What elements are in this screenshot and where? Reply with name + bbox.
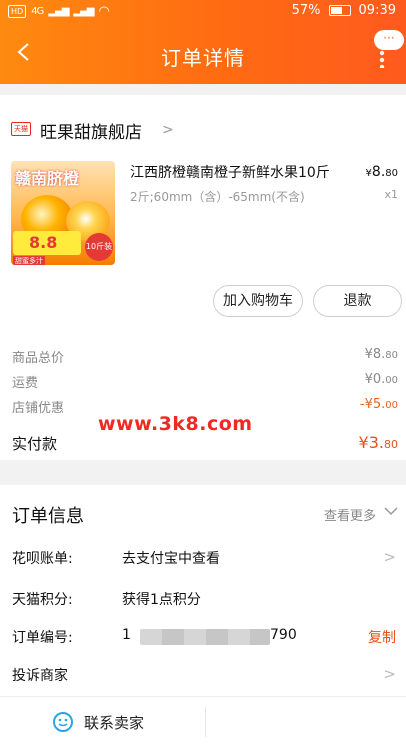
product-image-weight: 10斤装 — [85, 233, 113, 261]
product-spec: 2斤;60mm（含）-65mm(不含) — [130, 190, 305, 204]
huabei-row[interactable]: 花呗账单: 去支付宝中查看 > — [12, 548, 402, 572]
product-qty: x1 — [384, 188, 398, 201]
copy-button[interactable]: 复制 — [368, 627, 396, 647]
shop-discount-amount: -¥5.00 — [359, 397, 398, 412]
wifi-icon: ◠ — [98, 4, 110, 19]
watermark-text: www.3k8.com — [98, 413, 253, 435]
shipping-row: 运费 ¥0.00 — [12, 372, 398, 391]
shipping-amount: ¥0.00 — [364, 372, 398, 387]
goods-total-label: 商品总价 — [12, 351, 65, 366]
product-image-price: 8.8 — [13, 231, 81, 255]
huabei-value: 去支付宝中查看 — [122, 551, 220, 567]
signal-icon: ▂▄▆ — [48, 6, 69, 17]
order-number-prefix: 1 — [122, 627, 131, 643]
contact-seller-label: 联系卖家 — [84, 713, 145, 732]
contact-seller-button[interactable]: 联系卖家 — [52, 711, 144, 733]
order-info-title: 订单信息 — [12, 506, 84, 527]
app-header: HD 4G ▂▄▆ ▂▄▆ ◠ 57% 09:39 订单详情 ··· — [0, 0, 406, 84]
chevron-down-icon[interactable] — [384, 504, 398, 518]
order-number-masked — [140, 629, 270, 645]
huabei-label: 花呗账单: — [12, 551, 73, 567]
tmall-points-value: 获得1点积分 — [122, 592, 201, 608]
footer-divider — [205, 707, 206, 737]
chevron-right-icon[interactable]: > — [383, 548, 396, 566]
tmall-points-row: 天猫积分: 获得1点积分 — [12, 589, 402, 613]
see-more-link[interactable]: 查看更多 — [324, 505, 376, 524]
paid-row: 实付款 ¥3.80 — [12, 433, 398, 454]
refund-button[interactable]: 退款 — [313, 285, 402, 317]
more-vertical-icon[interactable] — [370, 40, 394, 68]
product-image-title: 赣南脐橙 — [15, 169, 80, 188]
add-to-cart-button[interactable]: 加入购物车 — [213, 285, 303, 317]
complain-label: 投诉商家 — [12, 668, 68, 684]
shop-order-card: 天猫 旺果甜旗舰店 > 赣南脐橙 8.8 甜蜜多汁 10斤装 江西脐橙赣南橙子新… — [0, 95, 406, 460]
shop-discount-label: 店铺优惠 — [12, 401, 65, 416]
goods-total-amount: ¥8.80 — [364, 347, 398, 362]
hd-chip: HD — [8, 5, 27, 18]
signal-icon-2: ▂▄▆ — [73, 6, 94, 17]
tmall-points-label: 天猫积分: — [12, 592, 73, 608]
battery-icon — [328, 5, 351, 16]
chevron-right-icon[interactable]: > — [383, 665, 396, 683]
bottom-bar: 联系卖家 — [0, 696, 406, 752]
product-name[interactable]: 江西脐橙赣南橙子新鲜水果10斤 — [130, 162, 350, 182]
paid-amount: ¥3.80 — [358, 433, 398, 452]
product-image[interactable]: 赣南脐橙 8.8 甜蜜多汁 10斤装 — [11, 161, 115, 265]
status-bar: HD 4G ▂▄▆ ▂▄▆ ◠ 57% 09:39 — [0, 0, 406, 24]
shipping-label: 运费 — [12, 376, 39, 391]
paid-label: 实付款 — [12, 435, 58, 453]
order-number-row: 订单编号: 1 790 复制 — [12, 627, 402, 651]
chat-icon — [53, 712, 73, 732]
network-label: 4G — [31, 6, 44, 17]
page-title: 订单详情 — [161, 46, 245, 70]
battery-percent: 57% — [291, 3, 321, 18]
product-image-sub: 甜蜜多汁 — [13, 256, 45, 265]
product-price: ¥8.80 — [365, 164, 398, 180]
clock: 09:39 — [358, 3, 396, 18]
order-number-label: 订单编号: — [12, 630, 73, 646]
order-number-suffix: 790 — [270, 627, 297, 643]
goods-total-row: 商品总价 ¥8.80 — [12, 347, 398, 366]
complain-row[interactable]: 投诉商家 > — [12, 665, 402, 689]
shop-name[interactable]: 旺果甜旗舰店 — [40, 118, 142, 143]
chevron-right-icon[interactable]: > — [162, 122, 174, 138]
tmall-icon: 天猫 — [11, 122, 31, 136]
